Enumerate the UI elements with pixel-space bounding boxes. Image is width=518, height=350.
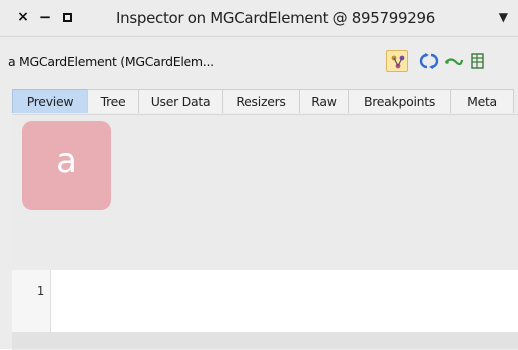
grid-icon[interactable]: [466, 50, 488, 72]
maximize-icon[interactable]: [60, 8, 74, 26]
window-title: Inspector on MGCardElement @ 895799296: [116, 9, 435, 27]
minimize-icon[interactable]: −: [38, 8, 52, 26]
tab-resizers[interactable]: Resizers: [222, 89, 300, 113]
inspector-tabs: Preview Tree User Data Resizers Raw Brea…: [12, 89, 518, 114]
card-letter: a: [56, 141, 77, 181]
pointer-icon[interactable]: [442, 50, 464, 72]
inspector-toolbar: a MGCardElement (MGCardElem...: [0, 37, 518, 85]
inspected-object-label: a MGCardElement (MGCardElem...: [8, 54, 214, 69]
window-menu-icon[interactable]: ▼: [499, 10, 508, 24]
tab-preview[interactable]: Preview: [12, 89, 88, 113]
line-number: 1: [36, 284, 44, 298]
tab-user-data[interactable]: User Data: [138, 89, 223, 113]
inspector-window: × − Inspector on MGCardElement @ 8957992…: [0, 0, 518, 350]
card-element-preview: a: [22, 121, 111, 210]
title-bar: × − Inspector on MGCardElement @ 8957992…: [0, 0, 518, 37]
tab-raw[interactable]: Raw: [299, 89, 349, 113]
code-editor[interactable]: 1: [12, 270, 518, 332]
tab-breakpoints[interactable]: Breakpoints: [348, 89, 451, 113]
tab-tree[interactable]: Tree: [87, 89, 139, 113]
close-icon[interactable]: ×: [16, 8, 30, 26]
filter-icon[interactable]: [386, 50, 408, 72]
line-number-gutter: 1: [12, 270, 51, 332]
refresh-icon[interactable]: [418, 50, 440, 72]
bottom-status-strip: [12, 332, 518, 349]
tab-meta[interactable]: Meta: [450, 89, 514, 113]
